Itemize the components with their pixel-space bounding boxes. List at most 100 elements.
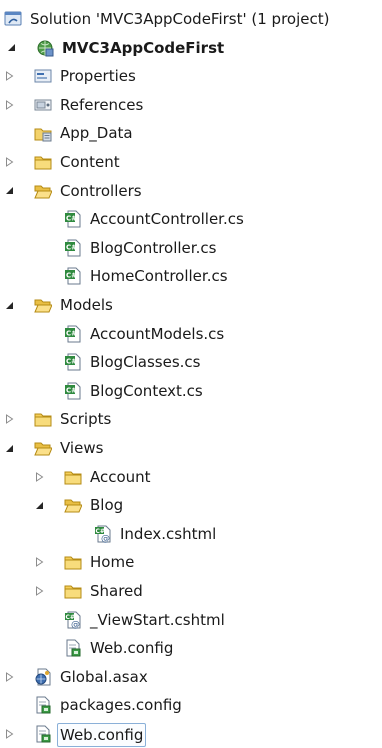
folder-icon <box>64 553 82 571</box>
folder-open-icon <box>34 182 52 200</box>
tree-item-mvc3appcodefirst[interactable]: MVC3AppCodeFirst <box>0 34 382 62</box>
tree-item-label: Index.cshtml <box>120 524 217 543</box>
tree-item-packages-config[interactable]: packages.config <box>0 691 382 719</box>
tree-item-web-config[interactable]: Web.config <box>0 720 382 748</box>
tree-item-label: BlogClasses.cs <box>90 353 201 372</box>
tree-item-blog[interactable]: Blog <box>0 491 382 519</box>
tree-item-viewstart-cshtml[interactable]: C# @ _ViewStart.cshtml <box>0 606 382 634</box>
tree-item-shared[interactable]: Shared <box>0 577 382 605</box>
properties-icon <box>34 67 52 85</box>
svg-text:C#: C# <box>66 329 77 337</box>
collapse-arrow-icon[interactable] <box>4 443 14 453</box>
web-project-icon <box>36 39 54 57</box>
tree-item-label: Views <box>60 439 104 457</box>
svg-text:C#: C# <box>66 386 77 394</box>
expand-arrow-icon[interactable] <box>34 586 44 596</box>
tree-item-label: Web.config <box>57 723 147 747</box>
tree-item-label: AccountController.cs <box>90 210 244 229</box>
solution-explorer-tree: Solution 'MVC3AppCodeFirst' (1 project) M… <box>0 0 382 748</box>
tree-item-label: Web.config <box>90 639 174 658</box>
svg-text:@: @ <box>101 534 110 543</box>
tree-item-label: Models <box>60 296 113 314</box>
folder-icon <box>64 468 82 486</box>
references-icon <box>34 96 52 114</box>
csharp-file-icon: C# <box>64 353 82 371</box>
tree-item-content[interactable]: Content <box>0 148 382 176</box>
cshtml-file-icon: C# @ <box>94 525 112 543</box>
folder-icon <box>34 153 52 171</box>
svg-text:C#: C# <box>66 243 77 251</box>
tree-item-app-data[interactable]: App_Data <box>0 119 382 147</box>
expand-arrow-icon[interactable] <box>34 557 44 568</box>
tree-item-label: Scripts <box>60 410 112 429</box>
tree-item-scripts[interactable]: Scripts <box>0 405 382 433</box>
tree-item-account[interactable]: Account <box>0 463 382 491</box>
tree-item-accountmodels-cs[interactable]: C# AccountModels.cs <box>0 320 382 348</box>
collapse-arrow-icon[interactable] <box>4 186 14 196</box>
tree-item-label: Blog <box>90 496 124 515</box>
config-file-icon <box>34 696 52 714</box>
tree-item-controllers[interactable]: Controllers <box>0 177 382 205</box>
config-file-icon <box>64 639 82 657</box>
tree-item-label: References <box>60 95 144 114</box>
csharp-file-icon: C# <box>64 325 82 343</box>
svg-text:C#: C# <box>66 272 77 280</box>
tree-item-label: packages.config <box>60 696 182 715</box>
folder-open-icon <box>34 296 52 314</box>
collapse-arrow-icon[interactable] <box>6 43 16 53</box>
expand-arrow-icon[interactable] <box>4 414 14 425</box>
tree-item-web-config[interactable]: Web.config <box>0 634 382 662</box>
tree-item-blogcontroller-cs[interactable]: C# BlogController.cs <box>0 234 382 262</box>
tree-item-label: Solution 'MVC3AppCodeFirst' (1 project) <box>30 10 330 28</box>
tree-item-solution-mvc3appcodefirst-1-project[interactable]: Solution 'MVC3AppCodeFirst' (1 project) <box>0 5 382 33</box>
tree-item-label: BlogContext.cs <box>90 381 203 400</box>
tree-item-label: HomeController.cs <box>90 267 228 286</box>
tree-item-home[interactable]: Home <box>0 548 382 576</box>
tree-item-label: Content <box>60 153 120 171</box>
tree-item-global-asax[interactable]: Global.asax <box>0 663 382 691</box>
tree-item-label: Home <box>90 553 135 572</box>
svg-text:@: @ <box>71 620 80 629</box>
solution-icon <box>4 10 22 28</box>
expand-arrow-icon[interactable] <box>4 729 14 739</box>
tree-item-label: App_Data <box>60 124 133 143</box>
tree-item-label: AccountModels.cs <box>90 324 225 343</box>
tree-item-label: Account <box>90 467 151 486</box>
csharp-file-icon: C# <box>64 210 82 228</box>
tree-item-properties[interactable]: Properties <box>0 62 382 90</box>
csharp-file-icon: C# <box>64 239 82 257</box>
collapse-arrow-icon[interactable] <box>34 500 44 510</box>
tree-item-label: Global.asax <box>60 667 148 686</box>
expand-arrow-icon[interactable] <box>34 471 44 482</box>
svg-text:C#: C# <box>66 215 77 223</box>
tree-item-label: Properties <box>60 67 136 86</box>
csharp-file-icon: C# <box>64 267 82 285</box>
tree-item-homecontroller-cs[interactable]: C# HomeController.cs <box>0 262 382 290</box>
svg-text:C#: C# <box>66 358 77 366</box>
tree-item-models[interactable]: Models <box>0 291 382 319</box>
folder-open-icon <box>64 496 82 514</box>
tree-item-index-cshtml[interactable]: C# @ Index.cshtml <box>0 520 382 548</box>
expand-arrow-icon[interactable] <box>4 671 14 682</box>
tree-item-label: _ViewStart.cshtml <box>90 610 225 629</box>
tree-item-label: BlogController.cs <box>90 238 217 257</box>
collapse-arrow-icon[interactable] <box>4 300 14 310</box>
tree-item-blogcontext-cs[interactable]: C# BlogContext.cs <box>0 377 382 405</box>
tree-item-blogclasses-cs[interactable]: C# BlogClasses.cs <box>0 348 382 376</box>
csharp-file-icon: C# <box>64 382 82 400</box>
tree-item-label: MVC3AppCodeFirst <box>62 38 225 57</box>
cshtml-file-icon: C# @ <box>64 611 82 629</box>
tree-item-views[interactable]: Views <box>0 434 382 462</box>
global-asax-icon <box>34 668 52 686</box>
folder-icon <box>64 582 82 600</box>
folder-icon <box>34 410 52 428</box>
tree-item-label: Controllers <box>60 181 142 200</box>
tree-item-references[interactable]: References <box>0 91 382 119</box>
expand-arrow-icon[interactable] <box>4 157 14 167</box>
app-data-folder-icon <box>34 124 52 142</box>
expand-arrow-icon[interactable] <box>4 99 14 110</box>
folder-open-icon <box>34 439 52 457</box>
tree-item-label: Shared <box>90 582 143 600</box>
expand-arrow-icon[interactable] <box>4 71 14 82</box>
tree-item-accountcontroller-cs[interactable]: C# AccountController.cs <box>0 205 382 233</box>
